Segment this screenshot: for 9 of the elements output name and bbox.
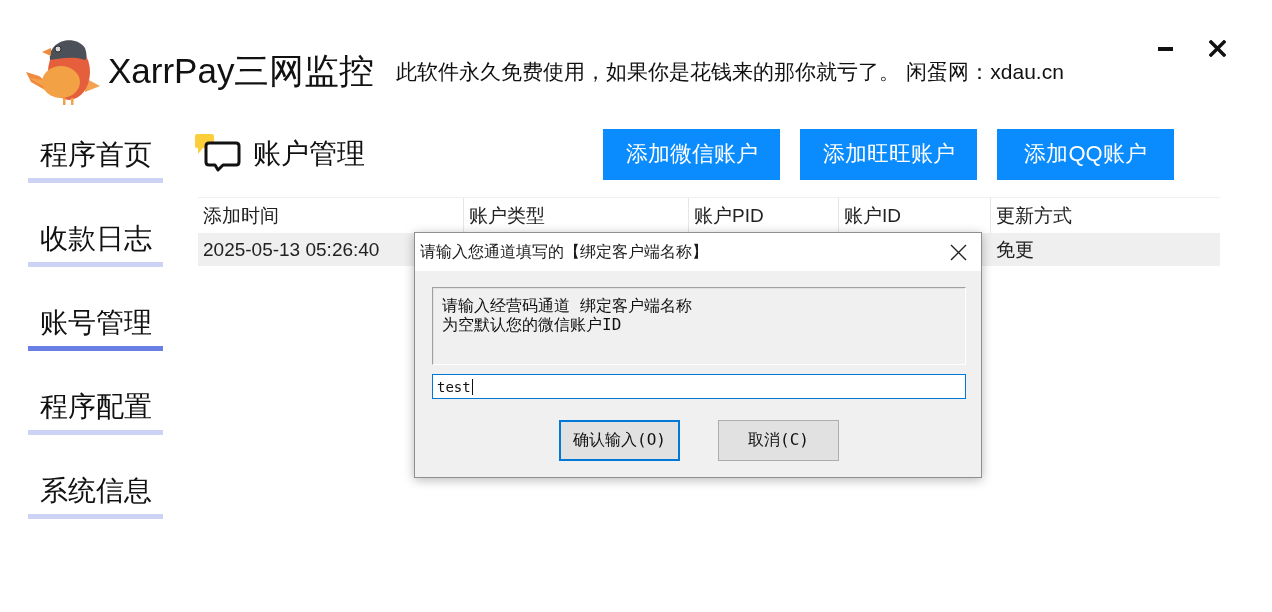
dialog-message: 请输入经营码通道 绑定客户端名称 bbox=[442, 296, 692, 315]
page-title: 账户管理 bbox=[253, 137, 365, 171]
table-cell-text: 免更 bbox=[996, 238, 1034, 262]
dialog-message: 为空默认您的微信账户ID bbox=[442, 315, 622, 334]
table-cell-text: 2025-05-13 05:26:40 bbox=[203, 238, 380, 262]
app-title: XarrPay三网监控 bbox=[108, 49, 375, 92]
dialog-title: 请输入您通道填写的【绑定客户端名称】 bbox=[420, 241, 708, 262]
column-header: 添加时间 bbox=[202, 204, 280, 228]
notice-text: 此软件永久免费使用，如果你是花钱来的那你就亏了。 闲蛋网：xdau.cn bbox=[396, 59, 1064, 85]
